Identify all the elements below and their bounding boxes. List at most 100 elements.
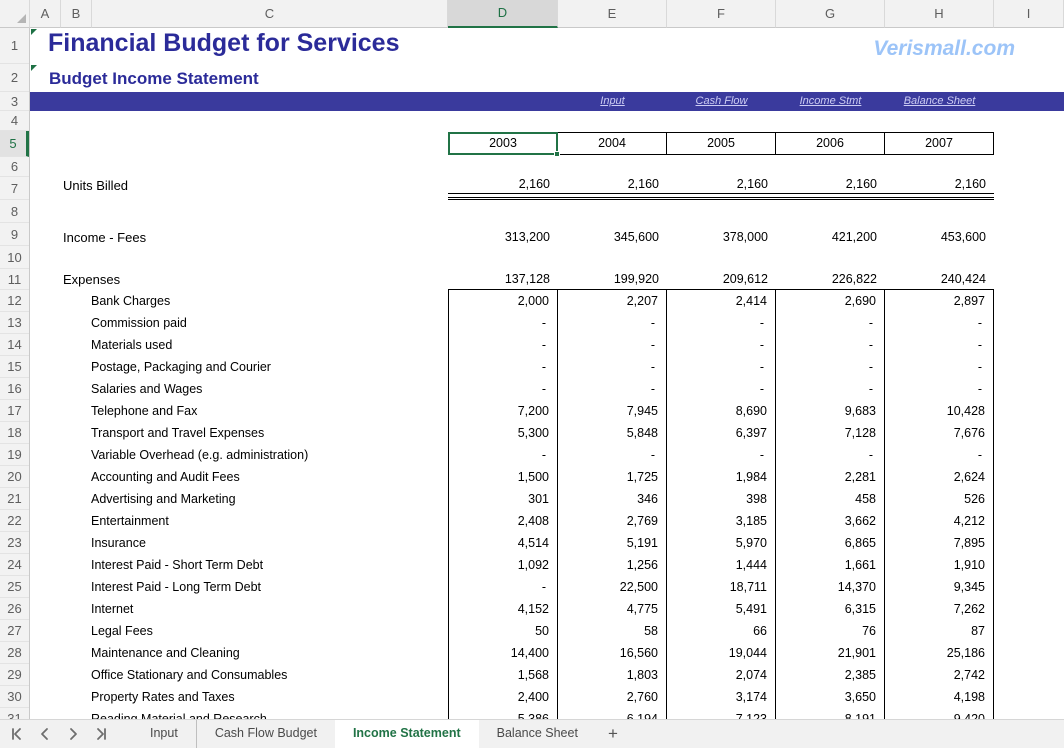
cell-D26[interactable]: 4,152 <box>449 598 558 620</box>
cell-E5[interactable]: 2004 <box>557 132 667 155</box>
cell-F9[interactable]: 378,000 <box>667 227 776 247</box>
cell-C29[interactable]: Office Stationary and Consumables <box>91 664 287 686</box>
cell-G23[interactable]: 6,865 <box>776 532 885 554</box>
column-header-C[interactable]: C <box>92 0 448 28</box>
cell-G12[interactable]: 2,690 <box>776 290 885 312</box>
tab-income-statement[interactable]: Income Statement <box>335 720 479 748</box>
row-header-20[interactable]: 20 <box>0 466 29 488</box>
cell-D14[interactable]: - <box>449 334 558 356</box>
row-header-16[interactable]: 16 <box>0 378 29 400</box>
cell-C20[interactable]: Accounting and Audit Fees <box>91 466 240 488</box>
cell-E30[interactable]: 2,760 <box>558 686 667 708</box>
cell-F14[interactable]: - <box>667 334 776 356</box>
cell-G14[interactable]: - <box>776 334 885 356</box>
cell-C12[interactable]: Bank Charges <box>91 290 170 312</box>
cell-E14[interactable]: - <box>558 334 667 356</box>
column-header-E[interactable]: E <box>558 0 667 28</box>
cell-H15[interactable]: - <box>885 356 993 378</box>
cell-D7[interactable]: 2,160 <box>448 175 558 193</box>
cell-C9[interactable]: Income - Fees <box>63 228 146 248</box>
row-header-2[interactable]: 2 <box>0 64 29 92</box>
cell-G13[interactable]: - <box>776 312 885 334</box>
cell-C18[interactable]: Transport and Travel Expenses <box>91 422 264 444</box>
cell-D23[interactable]: 4,514 <box>449 532 558 554</box>
cell-C15[interactable]: Postage, Packaging and Courier <box>91 356 271 378</box>
cell-F5[interactable]: 2005 <box>666 132 776 155</box>
cell-G31[interactable]: 8,191 <box>776 708 885 719</box>
cell-F26[interactable]: 5,491 <box>667 598 776 620</box>
row-header-14[interactable]: 14 <box>0 334 29 356</box>
cell-D16[interactable]: - <box>449 378 558 400</box>
cell-C27[interactable]: Legal Fees <box>91 620 153 642</box>
row-header-5[interactable]: 5 <box>0 131 29 157</box>
cell-H14[interactable]: - <box>885 334 993 356</box>
cell-F25[interactable]: 18,711 <box>667 576 776 598</box>
cell-G9[interactable]: 421,200 <box>776 227 885 247</box>
cell-F24[interactable]: 1,444 <box>667 554 776 576</box>
cell-D30[interactable]: 2,400 <box>449 686 558 708</box>
cell-H16[interactable]: - <box>885 378 993 400</box>
cell-F12[interactable]: 2,414 <box>667 290 776 312</box>
cell-E17[interactable]: 7,945 <box>558 400 667 422</box>
cell-G11[interactable]: 226,822 <box>776 270 885 288</box>
cell-F18[interactable]: 6,397 <box>667 422 776 444</box>
row-header-24[interactable]: 24 <box>0 554 29 576</box>
cell-C17[interactable]: Telephone and Fax <box>91 400 197 422</box>
cell-D19[interactable]: - <box>449 444 558 466</box>
cell-H12[interactable]: 2,897 <box>885 290 993 312</box>
cell-F21[interactable]: 398 <box>667 488 776 510</box>
row-header-25[interactable]: 25 <box>0 576 29 598</box>
cell-F30[interactable]: 3,174 <box>667 686 776 708</box>
page-title[interactable]: Financial Budget for Services <box>48 29 400 58</box>
cell-H27[interactable]: 87 <box>885 620 993 642</box>
cell-G17[interactable]: 9,683 <box>776 400 885 422</box>
cell-E12[interactable]: 2,207 <box>558 290 667 312</box>
row-header-18[interactable]: 18 <box>0 422 29 444</box>
cell-E7[interactable]: 2,160 <box>558 175 667 193</box>
cell-G16[interactable]: - <box>776 378 885 400</box>
row-header-3[interactable]: 3 <box>0 92 29 111</box>
cell-E16[interactable]: - <box>558 378 667 400</box>
cell-H21[interactable]: 526 <box>885 488 993 510</box>
cell-E23[interactable]: 5,191 <box>558 532 667 554</box>
cell-H23[interactable]: 7,895 <box>885 532 993 554</box>
cell-G28[interactable]: 21,901 <box>776 642 885 664</box>
row-header-26[interactable]: 26 <box>0 598 29 620</box>
cell-E19[interactable]: - <box>558 444 667 466</box>
cell-H28[interactable]: 25,186 <box>885 642 993 664</box>
cell-F11[interactable]: 209,612 <box>667 270 776 288</box>
cell-E28[interactable]: 16,560 <box>558 642 667 664</box>
cell-D25[interactable]: - <box>449 576 558 598</box>
cell-C22[interactable]: Entertainment <box>91 510 169 532</box>
cell-D29[interactable]: 1,568 <box>449 664 558 686</box>
row-header-4[interactable]: 4 <box>0 111 29 131</box>
cell-E11[interactable]: 199,920 <box>558 270 667 288</box>
cell-E24[interactable]: 1,256 <box>558 554 667 576</box>
last-sheet-icon[interactable] <box>94 727 108 741</box>
cell-H11[interactable]: 240,424 <box>885 270 994 288</box>
cell-G29[interactable]: 2,385 <box>776 664 885 686</box>
row-header-15[interactable]: 15 <box>0 356 29 378</box>
cell-G20[interactable]: 2,281 <box>776 466 885 488</box>
cell-C23[interactable]: Insurance <box>91 532 146 554</box>
row-header-11[interactable]: 11 <box>0 269 29 290</box>
column-header-B[interactable]: B <box>61 0 92 28</box>
previous-sheet-icon[interactable] <box>38 727 52 741</box>
cell-H24[interactable]: 1,910 <box>885 554 993 576</box>
cell-G30[interactable]: 3,650 <box>776 686 885 708</box>
cell-F17[interactable]: 8,690 <box>667 400 776 422</box>
cell-H18[interactable]: 7,676 <box>885 422 993 444</box>
new-sheet-button[interactable]: + <box>596 720 630 748</box>
cell-H9[interactable]: 453,600 <box>885 227 994 247</box>
cell-C11[interactable]: Expenses <box>63 271 120 289</box>
row-header-17[interactable]: 17 <box>0 400 29 422</box>
cell-E27[interactable]: 58 <box>558 620 667 642</box>
cell-E20[interactable]: 1,725 <box>558 466 667 488</box>
link-income-stmt[interactable]: Income Stmt <box>776 92 885 111</box>
cell-H20[interactable]: 2,624 <box>885 466 993 488</box>
cell-C30[interactable]: Property Rates and Taxes <box>91 686 235 708</box>
cell-F22[interactable]: 3,185 <box>667 510 776 532</box>
cell-G18[interactable]: 7,128 <box>776 422 885 444</box>
row-header-30[interactable]: 30 <box>0 686 29 708</box>
cell-H29[interactable]: 2,742 <box>885 664 993 686</box>
